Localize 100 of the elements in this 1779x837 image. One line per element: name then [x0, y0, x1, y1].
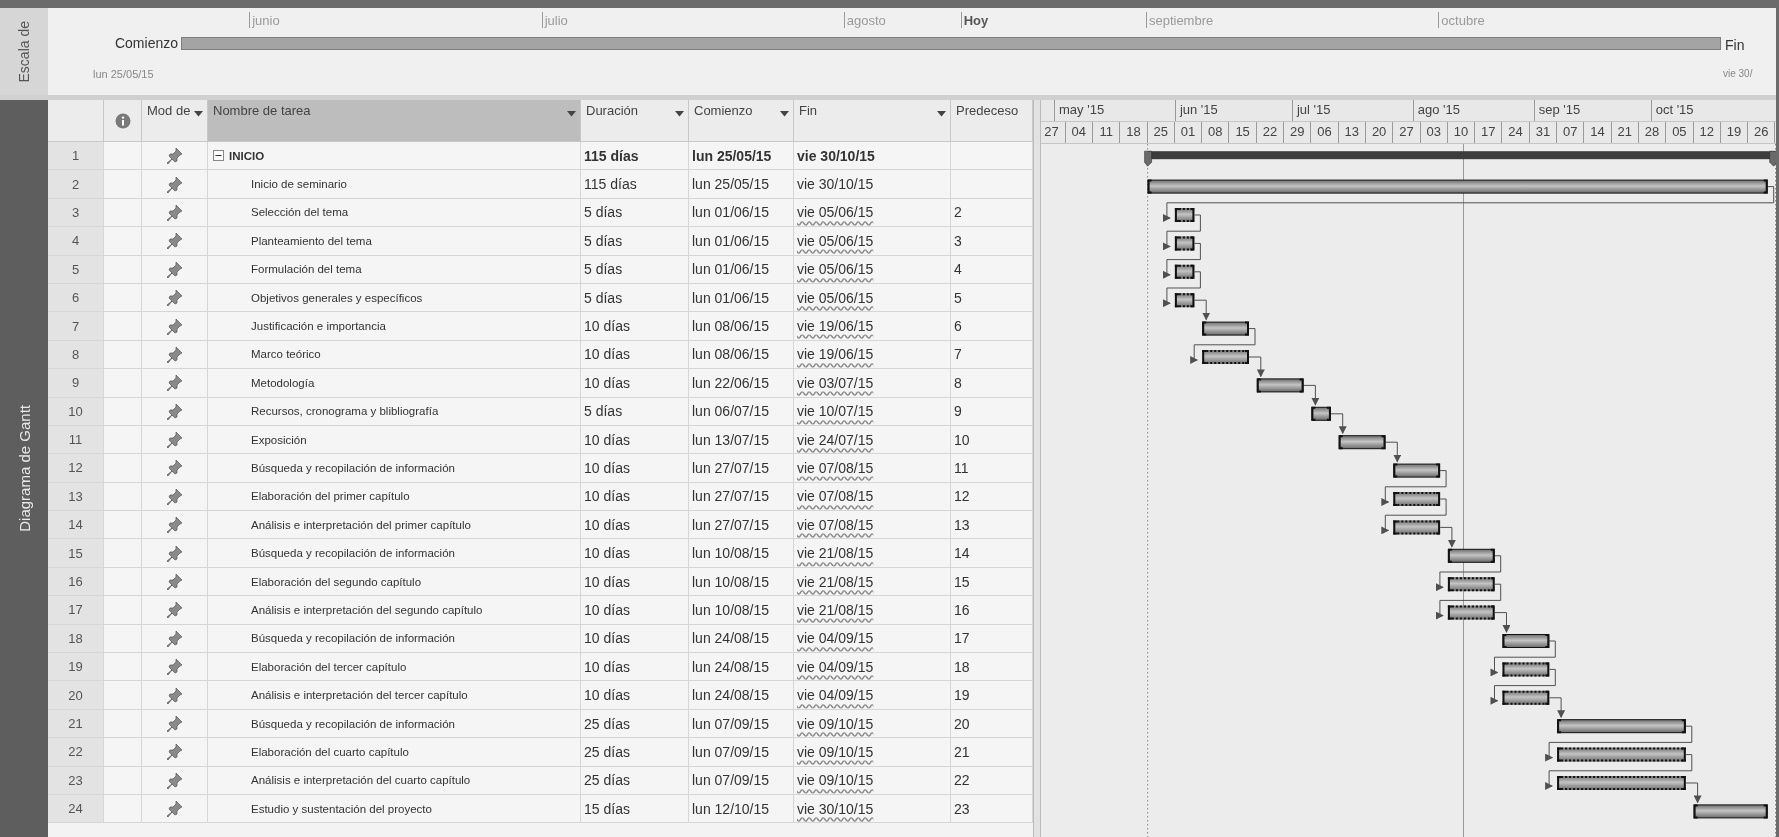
- pushpin-icon: [166, 629, 183, 647]
- task-bar[interactable]: [1446, 605, 1496, 620]
- pushpin-icon: [166, 658, 183, 676]
- task-bar[interactable]: [1556, 747, 1687, 762]
- task-bar[interactable]: [1338, 435, 1386, 450]
- week-header: 07: [1557, 122, 1585, 143]
- task-bar[interactable]: [1392, 520, 1442, 535]
- week-header: 28: [1638, 122, 1667, 143]
- task-bar[interactable]: [1557, 719, 1686, 734]
- task-bar[interactable]: [1311, 406, 1331, 421]
- collapse-toggle-icon[interactable]: [213, 150, 224, 162]
- finish-date: vie 21/08/15: [797, 601, 874, 618]
- pushpin-icon: [166, 374, 183, 392]
- row-number[interactable]: 22: [48, 738, 104, 767]
- task-bar[interactable]: [1501, 690, 1551, 705]
- predecessor-value: 15: [954, 573, 970, 590]
- task-bar[interactable]: [1173, 293, 1196, 308]
- task-bar[interactable]: [1393, 463, 1441, 478]
- duration-value: 10 días: [584, 687, 630, 704]
- finish-date: vie 05/06/15: [797, 261, 874, 278]
- row-number[interactable]: 19: [48, 653, 104, 682]
- task-name: Objetivos generales y específicos: [251, 291, 423, 304]
- row-number[interactable]: 6: [48, 283, 104, 313]
- task-bar[interactable]: [1693, 804, 1768, 819]
- timeline-side-tab[interactable]: Escala de: [0, 8, 48, 95]
- task-bar[interactable]: [1446, 577, 1496, 592]
- row-number[interactable]: 17: [48, 596, 104, 625]
- task-bar[interactable]: [1147, 179, 1768, 194]
- finish-date: vie 21/08/15: [797, 573, 874, 590]
- row-number[interactable]: 21: [48, 709, 104, 739]
- row-number[interactable]: 2: [48, 170, 104, 199]
- row-number[interactable]: 24: [48, 795, 104, 824]
- link-arrow: [1162, 242, 1201, 279]
- task-bar[interactable]: [1447, 548, 1495, 563]
- row-number[interactable]: 10: [48, 397, 104, 426]
- predecessor-value: 2: [954, 204, 962, 221]
- duration-value: 10 días: [584, 318, 630, 335]
- start-date: lun 07/09/15: [692, 772, 770, 789]
- task-bar[interactable]: [1392, 492, 1442, 506]
- timeline-end-date: vie 30/: [1723, 68, 1753, 79]
- task-bar[interactable]: [1202, 321, 1249, 336]
- predecessor-value: 8: [954, 374, 962, 391]
- month-header: ago '15: [1412, 100, 1534, 121]
- row-number[interactable]: 3: [48, 198, 104, 228]
- task-bar[interactable]: [1173, 208, 1196, 222]
- predecessor-value: 16: [954, 601, 970, 618]
- task-bar[interactable]: [1201, 350, 1250, 364]
- finish-date: vie 09/10/15: [797, 772, 874, 789]
- row-number[interactable]: 18: [48, 624, 104, 654]
- duration-value: 10 días: [584, 431, 630, 448]
- row-number[interactable]: 8: [48, 340, 104, 370]
- timeline-start-date: lun 25/05/15: [93, 68, 154, 80]
- finish-date: vie 10/07/15: [797, 403, 874, 420]
- timeline-end-label: Fin: [1725, 37, 1745, 53]
- task-name: Búsqueda y recopilación de información: [251, 632, 455, 645]
- caret-icon[interactable]: [194, 111, 203, 117]
- row-number[interactable]: 4: [48, 227, 104, 256]
- task-name: Justificación e importancia: [251, 320, 386, 333]
- column-header[interactable]: Nombre de tarea: [208, 100, 581, 141]
- row-number[interactable]: 11: [48, 425, 104, 455]
- row-number[interactable]: 9: [48, 369, 104, 398]
- row-number[interactable]: 5: [48, 255, 104, 284]
- row-number[interactable]: 16: [48, 567, 104, 597]
- predecessor-value: 7: [954, 346, 962, 363]
- row-number[interactable]: 1: [48, 142, 104, 171]
- row-number[interactable]: 14: [48, 511, 104, 540]
- task-bar[interactable]: [1256, 378, 1304, 393]
- pushpin-icon: [166, 715, 183, 732]
- row-number[interactable]: 13: [48, 482, 104, 512]
- caret-icon[interactable]: [780, 111, 789, 117]
- summary-bar[interactable]: [1144, 150, 1776, 167]
- finish-date: vie 07/08/15: [797, 488, 874, 505]
- timeline-month-label: octubre: [1438, 12, 1485, 28]
- start-date: lun 27/07/15: [692, 488, 770, 505]
- week-header: 12: [1693, 122, 1721, 143]
- row-number[interactable]: 20: [48, 681, 104, 710]
- predecessor-value: 12: [954, 488, 970, 505]
- week-header: 06: [1311, 122, 1339, 143]
- task-bar[interactable]: [1556, 776, 1687, 790]
- task-name: INICIO: [229, 149, 265, 162]
- week-header: 15: [1229, 122, 1257, 143]
- caret-icon[interactable]: [937, 111, 946, 117]
- predecessor-value: 3: [954, 232, 962, 249]
- task-bar[interactable]: [1173, 236, 1196, 251]
- caret-icon[interactable]: [675, 111, 684, 117]
- row-number[interactable]: 7: [48, 312, 104, 341]
- week-header: 10: [1447, 122, 1476, 143]
- view-side-tab[interactable]: Diagrama de Gantt: [0, 100, 48, 837]
- task-bar[interactable]: [1173, 264, 1196, 279]
- week-header: 11: [1093, 122, 1121, 143]
- row-number[interactable]: 15: [48, 539, 104, 568]
- row-number[interactable]: 12: [48, 454, 104, 483]
- caret-icon[interactable]: [567, 111, 576, 117]
- task-bar[interactable]: [1501, 662, 1551, 677]
- task-name: Búsqueda y recopilación de información: [251, 717, 455, 730]
- row-number[interactable]: 23: [48, 766, 104, 795]
- week-header: 01: [1174, 122, 1203, 143]
- pushpin-icon: [166, 800, 183, 818]
- task-name: Análisis e interpretación del primer capítulo: [251, 518, 471, 531]
- task-bar[interactable]: [1502, 634, 1550, 648]
